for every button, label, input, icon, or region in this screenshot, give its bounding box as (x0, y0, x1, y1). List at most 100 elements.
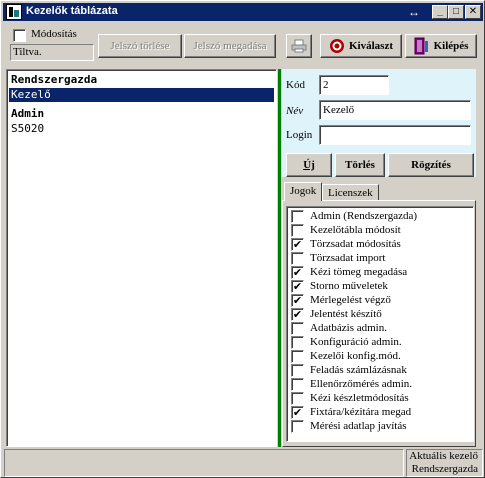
permission-label: Kézi készletmódosítás (310, 392, 409, 404)
current-user-status: Aktuális kezelő Rendszergazda (409, 450, 478, 476)
set-password-label: Jelszó megadása (193, 40, 267, 52)
permission-item[interactable]: Admin (Rendszergazda) (291, 209, 471, 223)
permission-checkbox[interactable]: ✔ (291, 406, 304, 419)
permission-item[interactable]: ✔ Storno műveletek (291, 279, 471, 293)
permission-checkbox[interactable]: ✔ (291, 266, 304, 279)
status-text: Tiltva. (13, 46, 42, 58)
clear-password-label: Jelszó törlése (110, 40, 170, 52)
exit-label: Kilépés (433, 40, 469, 52)
permission-checkbox[interactable] (291, 392, 304, 405)
tab-licenszek-label: Licenszek (328, 187, 373, 199)
select-button[interactable]: Kiválaszt (320, 34, 402, 58)
maximize-button[interactable]: □ (448, 5, 464, 19)
permission-label: Admin (Rendszergazda) (310, 210, 418, 222)
list-item-admin[interactable]: Admin (9, 107, 274, 121)
permission-label: Kezelői konfig.mód. (310, 350, 401, 362)
save-button[interactable]: Rögzítés (388, 153, 474, 177)
window-title: Kezelők táblázata (26, 5, 118, 17)
status-panel-left (4, 449, 404, 477)
permission-label: Mérlegelést végző (310, 294, 391, 306)
list-item-kezelo[interactable]: Kezelő (9, 88, 274, 102)
login-field[interactable] (319, 125, 471, 145)
print-button[interactable] (286, 34, 312, 58)
clear-password-button[interactable]: Jelszó törlése (98, 34, 182, 58)
permission-label: Kézi tömeg megadása (310, 266, 408, 278)
permission-item[interactable]: Kézi készletmódosítás (291, 391, 471, 405)
new-label: Új (303, 159, 315, 171)
code-field[interactable]: 2 (319, 75, 389, 95)
permission-checkbox[interactable] (291, 420, 304, 433)
target-icon (330, 39, 344, 53)
tab-licenszek[interactable]: Licenszek (322, 184, 379, 201)
login-label: Login (286, 129, 313, 141)
tab-jogok-label: Jogok (290, 185, 317, 197)
permission-checkbox[interactable] (291, 336, 304, 349)
delete-label: Törlés (345, 159, 375, 171)
permission-label: Jelentést készítő (310, 308, 382, 320)
permission-item[interactable]: Ellenőrzőmérés admin. (291, 377, 471, 391)
permission-item[interactable]: ✔ Jelentést készítő (291, 307, 471, 321)
printer-icon (291, 39, 307, 53)
exit-button[interactable]: Kilépés (405, 34, 477, 58)
permission-checkbox[interactable] (291, 252, 304, 265)
panel-splitter[interactable] (278, 69, 281, 447)
code-label: Kód (286, 79, 305, 91)
permission-label: Törzsadat import (310, 252, 386, 264)
permission-label: Feladás számlázásnak (310, 364, 407, 376)
select-label: Kiválaszt (349, 40, 393, 52)
tab-jogok[interactable]: Jogok (284, 182, 323, 201)
permission-item[interactable]: ✔ Fixtára/kézitára megad (291, 405, 471, 419)
permission-item[interactable]: Mérési adatlap javítás (291, 419, 471, 433)
modify-checkbox[interactable] (13, 29, 26, 42)
permission-checkbox[interactable]: ✔ (291, 294, 304, 307)
modify-label: Módosítás (31, 28, 77, 40)
permission-list[interactable]: Admin (Rendszergazda) Kezelőtábla módosí… (286, 206, 474, 442)
name-field[interactable]: Kezelő (319, 100, 471, 120)
minimize-button[interactable]: _ (432, 5, 448, 19)
close-button[interactable]: ✕ (465, 5, 481, 19)
permission-label: Ellenőrzőmérés admin. (310, 378, 413, 390)
permission-label: Konfiguráció admin. (310, 336, 402, 348)
permission-checkbox[interactable] (291, 378, 304, 391)
permission-checkbox[interactable] (291, 364, 304, 377)
permission-label: Törzsadat módosítás (310, 238, 401, 250)
status-bar: Aktuális kezelő Rendszergazda (4, 449, 483, 477)
permission-item[interactable]: ✔ Kézi tömeg megadása (291, 265, 471, 279)
permission-checkbox[interactable]: ✔ (291, 308, 304, 321)
permission-item[interactable]: Törzsadat import (291, 251, 471, 265)
permission-checkbox[interactable] (291, 322, 304, 335)
current-user-name: Rendszergazda (411, 463, 478, 475)
permission-label: Mérési adatlap javítás (310, 420, 407, 432)
name-value: Kezelő (323, 104, 355, 116)
permission-item[interactable]: Adatbázis admin. (291, 321, 471, 335)
door-exit-icon (414, 37, 428, 55)
status-panel-right: Aktuális kezelő Rendszergazda (406, 449, 483, 477)
delete-button[interactable]: Törlés (335, 153, 385, 177)
list-item-s5020[interactable]: S5020 (9, 122, 274, 136)
current-user-caption: Aktuális kezelő (409, 450, 478, 462)
app-icon (6, 4, 22, 20)
user-list[interactable]: Rendszergazda Kezelő Admin S5020 (6, 69, 277, 447)
permission-label: Kezelőtábla módosít (310, 224, 401, 236)
permission-item[interactable]: Konfiguráció admin. (291, 335, 471, 349)
resize-arrows-icon[interactable]: ↔ (406, 4, 422, 20)
permission-checkbox[interactable] (291, 350, 304, 363)
permission-checkbox[interactable]: ✔ (291, 280, 304, 293)
permission-item[interactable]: ✔ Mérlegelést végző (291, 293, 471, 307)
permission-label: Fixtára/kézitára megad (310, 406, 412, 418)
list-item-rendszergazda[interactable]: Rendszergazda (9, 73, 274, 87)
set-password-button[interactable]: Jelszó megadása (184, 34, 276, 58)
permission-label: Storno műveletek (310, 280, 388, 292)
main-window: Kezelők táblázata ↔ _ □ ✕ Módosítás Tilt… (0, 0, 485, 478)
permission-checkbox[interactable] (291, 210, 304, 223)
status-field: Tiltva. (10, 44, 94, 61)
permission-item[interactable]: Kezelői konfig.mód. (291, 349, 471, 363)
permission-item[interactable]: Feladás számlázásnak (291, 363, 471, 377)
title-bar[interactable]: Kezelők táblázata ↔ _ □ ✕ (3, 3, 483, 21)
new-button[interactable]: Új (286, 153, 332, 177)
permission-checkbox[interactable] (291, 224, 304, 237)
code-value: 2 (323, 79, 329, 91)
permission-checkbox[interactable]: ✔ (291, 238, 304, 251)
permission-item[interactable]: ✔ Törzsadat módosítás (291, 237, 471, 251)
permission-item[interactable]: Kezelőtábla módosít (291, 223, 471, 237)
